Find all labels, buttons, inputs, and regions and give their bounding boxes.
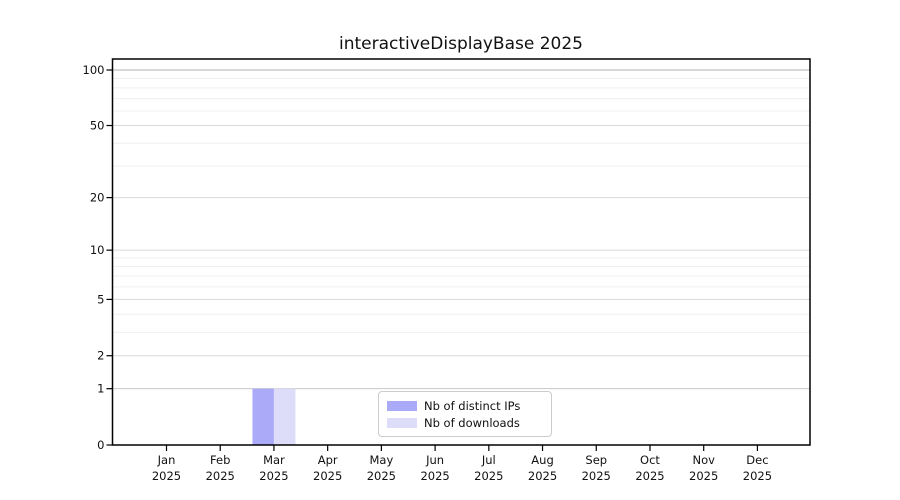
- x-tick-label-month: Dec: [746, 453, 768, 467]
- x-tick-label-month: Oct: [640, 453, 660, 467]
- x-tick-label-year: 2025: [635, 469, 664, 483]
- x-tick-label-month: Sep: [585, 453, 607, 467]
- x-tick-label-year: 2025: [420, 469, 449, 483]
- x-tick-label-month: Jul: [481, 453, 496, 467]
- x-tick-label-year: 2025: [689, 469, 718, 483]
- y-tick-label: 5: [97, 292, 104, 306]
- y-tick-label: 2: [97, 349, 104, 363]
- x-tick-label-year: 2025: [528, 469, 557, 483]
- x-tick-label-month: Nov: [692, 453, 715, 467]
- x-tick-label-month: Mar: [263, 453, 285, 467]
- x-tick-label-month: Feb: [210, 453, 230, 467]
- y-tick-label: 100: [83, 63, 105, 77]
- y-tick-label: 20: [90, 191, 105, 205]
- x-tick-label-year: 2025: [582, 469, 611, 483]
- x-tick-label-year: 2025: [206, 469, 235, 483]
- bar-downloads: [273, 388, 296, 445]
- y-tick-label: 10: [90, 243, 105, 257]
- y-tick-label: 1: [97, 382, 104, 396]
- x-tick-label-year: 2025: [313, 469, 342, 483]
- legend-swatch-distinct-ips-icon: [387, 400, 417, 411]
- x-tick-label-year: 2025: [474, 469, 503, 483]
- axis-spines: [111, 58, 811, 446]
- x-tick-label-year: 2025: [743, 469, 772, 483]
- x-tick-label-month: Apr: [318, 453, 338, 467]
- x-tick-label-year: 2025: [152, 469, 181, 483]
- x-tick-label-month: Jan: [157, 453, 176, 467]
- x-tick-label-year: 2025: [259, 469, 288, 483]
- legend: Nb of distinct IPs Nb of downloads: [378, 391, 552, 437]
- legend-swatch-downloads-icon: [387, 417, 417, 428]
- x-tick-label-month: Aug: [531, 453, 553, 467]
- y-tick-label: 0: [97, 438, 104, 452]
- figure: interactiveDisplayBase 2025 0 1 2 5 10 20 50 10…: [0, 0, 900, 500]
- y-tick-label: 50: [90, 119, 105, 133]
- x-tick-label-month: Jun: [425, 453, 444, 467]
- x-tick-label-year: 2025: [367, 469, 396, 483]
- x-tick-label-month: May: [369, 453, 393, 467]
- legend-item-distinct-ips: Nb of distinct IPs: [387, 398, 543, 414]
- legend-item-downloads: Nb of downloads: [387, 415, 543, 431]
- bar-distinct-ips: [252, 388, 274, 445]
- legend-label-distinct-ips: Nb of distinct IPs: [424, 398, 521, 413]
- legend-label-downloads: Nb of downloads: [424, 415, 520, 430]
